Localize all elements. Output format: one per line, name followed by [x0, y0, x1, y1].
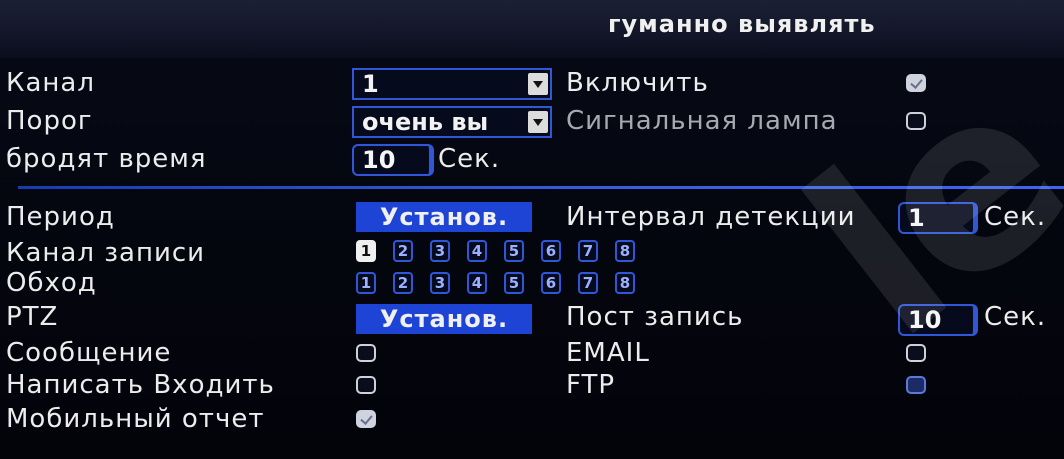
- record-channel-1[interactable]: 1: [356, 240, 376, 262]
- record-channel-selector: 12345678: [356, 240, 656, 264]
- channel-select-value: 1: [362, 70, 379, 98]
- chevron-down-icon[interactable]: [528, 111, 548, 133]
- section-divider: [18, 186, 1064, 189]
- post-record-label: Пост запись: [566, 302, 744, 332]
- tour-channel-8[interactable]: 8: [615, 272, 635, 294]
- wander-time-unit: Сек.: [438, 144, 501, 174]
- threshold-select[interactable]: очень вы: [352, 106, 552, 138]
- tour-channel-4[interactable]: 4: [467, 272, 487, 294]
- tour-channel-5[interactable]: 5: [504, 272, 524, 294]
- enable-checkbox[interactable]: [906, 74, 926, 92]
- tour-channel-selector: 12345678: [356, 272, 656, 296]
- tour-channel-2[interactable]: 2: [393, 272, 413, 294]
- header-band: [0, 0, 1064, 58]
- alarm-lamp-checkbox[interactable]: [906, 112, 926, 130]
- tour-label: Обход: [6, 268, 97, 298]
- message-label: Сообщение: [6, 338, 172, 368]
- post-record-unit: Сек.: [984, 302, 1047, 332]
- detection-interval-input[interactable]: 1: [898, 202, 978, 234]
- tour-channel-6[interactable]: 6: [541, 272, 561, 294]
- detection-interval-label: Интервал детекции: [566, 202, 856, 232]
- email-checkbox[interactable]: [906, 344, 926, 362]
- ptz-set-button[interactable]: Установ.: [356, 304, 532, 334]
- record-channel-2[interactable]: 2: [393, 240, 413, 262]
- tour-channel-7[interactable]: 7: [578, 272, 598, 294]
- ftp-checkbox[interactable]: [906, 376, 926, 394]
- threshold-select-value: очень вы: [362, 108, 489, 136]
- record-channel-7[interactable]: 7: [578, 240, 598, 262]
- detection-interval-value: 1: [908, 204, 925, 232]
- detection-interval-unit: Сек.: [984, 202, 1047, 232]
- tour-channel-1[interactable]: 1: [356, 272, 376, 294]
- period-set-button[interactable]: Установ.: [356, 202, 532, 232]
- email-label: EMAIL: [566, 338, 650, 368]
- channel-select[interactable]: 1: [352, 68, 552, 100]
- period-label: Период: [6, 202, 115, 232]
- enable-label: Включить: [566, 68, 709, 98]
- threshold-label: Порог: [6, 106, 93, 136]
- record-channel-8[interactable]: 8: [615, 240, 635, 262]
- detection-settings-screen: гуманно выявлять Канал 1 Включить Порог …: [0, 0, 1064, 459]
- record-channel-label: Канал записи: [6, 238, 206, 268]
- wander-time-label: бродят время: [6, 144, 207, 174]
- ftp-label: FTP: [566, 370, 616, 400]
- wander-time-value: 10: [362, 146, 396, 174]
- post-record-input[interactable]: 10: [898, 304, 978, 336]
- record-channel-3[interactable]: 3: [430, 240, 450, 262]
- write-input-checkbox[interactable]: [356, 376, 376, 394]
- post-record-value: 10: [908, 306, 942, 334]
- message-checkbox[interactable]: [356, 344, 376, 362]
- page-title: гуманно выявлять: [608, 10, 876, 38]
- chevron-down-icon[interactable]: [528, 73, 548, 95]
- record-channel-5[interactable]: 5: [504, 240, 524, 262]
- ptz-label: PTZ: [6, 302, 59, 332]
- wander-time-input[interactable]: 10: [352, 144, 434, 176]
- mobile-report-label: Мобильный отчет: [6, 404, 265, 434]
- tour-channel-3[interactable]: 3: [430, 272, 450, 294]
- channel-label: Канал: [6, 68, 95, 98]
- alarm-lamp-label: Сигнальная лампа: [566, 106, 838, 136]
- record-channel-6[interactable]: 6: [541, 240, 561, 262]
- write-input-label: Написать Входить: [6, 370, 275, 400]
- record-channel-4[interactable]: 4: [467, 240, 487, 262]
- mobile-report-checkbox[interactable]: [356, 410, 376, 428]
